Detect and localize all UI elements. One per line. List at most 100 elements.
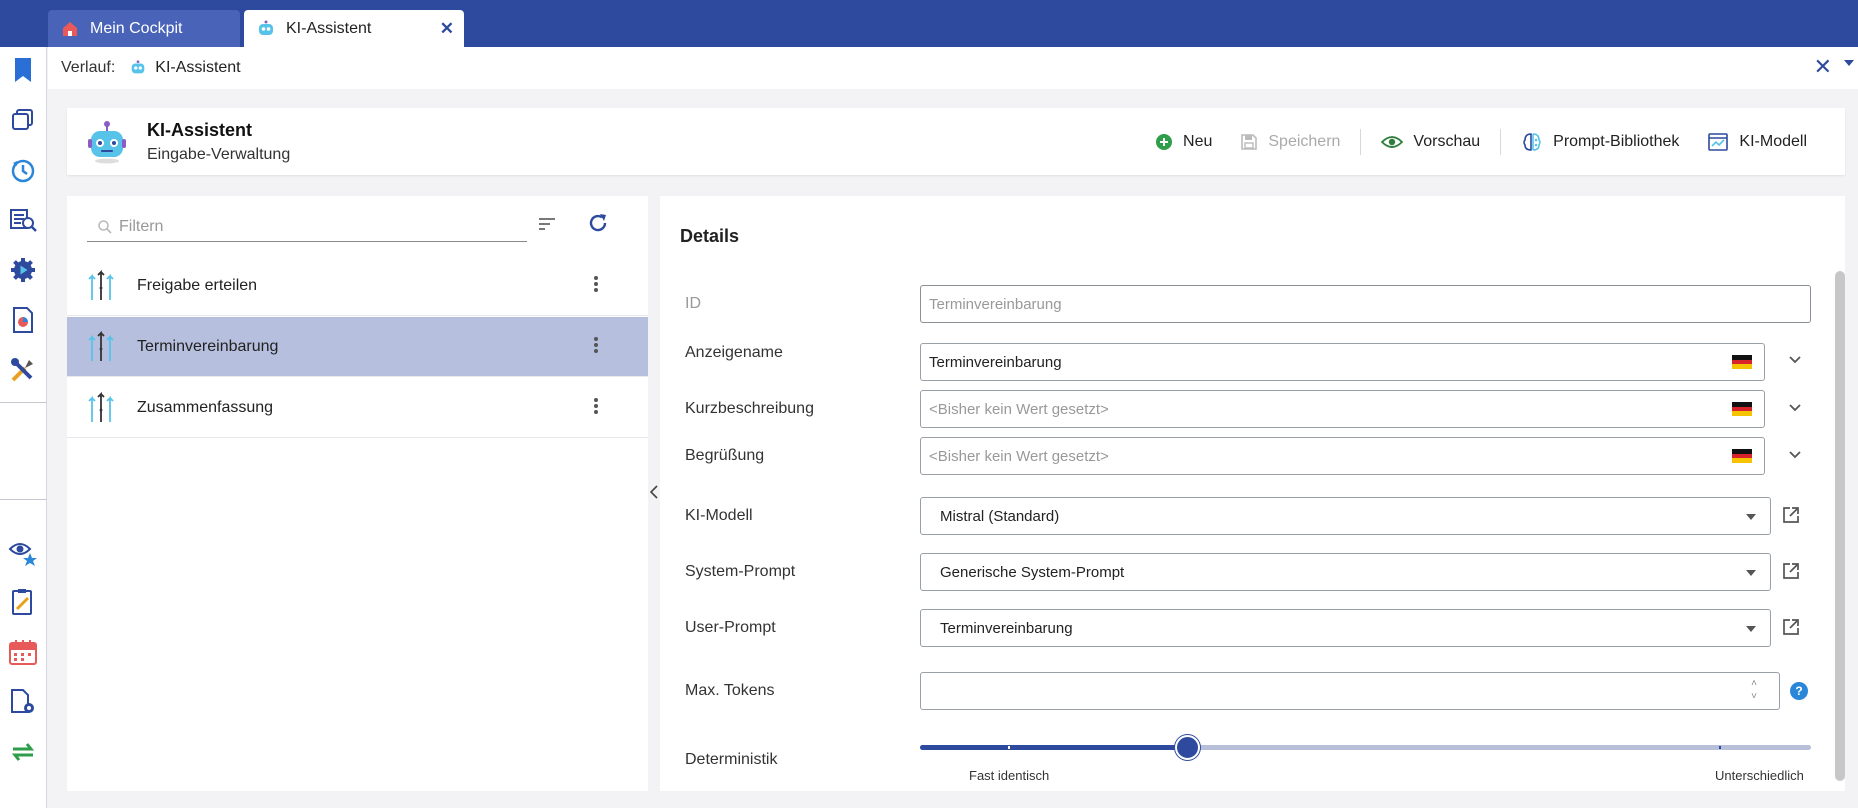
id-value: Terminvereinbarung: [929, 295, 1062, 313]
windows-icon[interactable]: [6, 103, 40, 137]
breadcrumb-label: Verlauf:: [61, 59, 116, 76]
system-prompt-select[interactable]: Generische System-Prompt: [920, 553, 1771, 591]
open-external-icon[interactable]: [1781, 617, 1801, 642]
new-button-label: Neu: [1183, 132, 1213, 150]
number-stepper[interactable]: ˄ ˅: [1751, 677, 1757, 703]
chevron-up-icon[interactable]: ˄: [1751, 677, 1757, 690]
list-item[interactable]: Freigabe erteilen: [67, 256, 648, 316]
brain-icon: [1521, 131, 1543, 153]
ai-model-button[interactable]: KI-Modell: [1693, 131, 1821, 153]
page-title: KI-Assistent: [147, 120, 253, 140]
save-button[interactable]: Speichern: [1226, 133, 1354, 151]
refresh-icon[interactable]: [587, 212, 609, 239]
gear-play-icon[interactable]: [6, 253, 40, 287]
breadcrumb-item-label: KI-Assistent: [155, 59, 241, 76]
sort-icon[interactable]: [537, 216, 557, 237]
more-vert-icon[interactable]: [593, 274, 599, 299]
search-list-icon[interactable]: [6, 203, 40, 237]
close-icon[interactable]: ✕: [440, 19, 454, 39]
display-name-label: Anzeigename: [685, 344, 783, 361]
prompt-library-button[interactable]: Prompt-Bibliothek: [1507, 131, 1693, 153]
user-prompt-select[interactable]: Terminvereinbarung: [920, 609, 1771, 647]
model-chart-icon: [1707, 131, 1729, 153]
breadcrumb-item[interactable]: KI-Assistent: [129, 59, 241, 77]
tools-icon[interactable]: [6, 353, 40, 387]
german-flag-icon[interactable]: [1732, 355, 1752, 369]
chevron-down-icon[interactable]: [1788, 447, 1802, 465]
greeting-label: Begrüßung: [685, 447, 765, 464]
page-subtitle: Eingabe-Verwaltung: [147, 146, 291, 163]
list-item[interactable]: Zusammenfassung: [67, 378, 648, 438]
edit-note-icon[interactable]: [6, 585, 40, 619]
history-icon[interactable]: [6, 153, 40, 187]
open-external-icon[interactable]: [1781, 561, 1801, 586]
slider-fill: [920, 745, 1187, 750]
greeting-value: <Bisher kein Wert gesetzt>: [929, 447, 1109, 465]
dropdown-caret-icon: [1746, 626, 1756, 632]
vertical-scrollbar[interactable]: [1835, 271, 1845, 781]
document-settings-icon[interactable]: [6, 685, 40, 719]
bookmark-icon[interactable]: [6, 53, 40, 87]
slider-tick: [1008, 746, 1010, 749]
tab-label: KI-Assistent: [286, 19, 372, 37]
chevron-down-icon[interactable]: [1788, 400, 1802, 418]
german-flag-icon[interactable]: [1732, 402, 1752, 416]
prompt-flow-icon: [87, 269, 115, 307]
slider-tick: [1719, 746, 1721, 749]
open-external-icon[interactable]: [1781, 505, 1801, 530]
toolbar-divider: [1360, 128, 1362, 155]
display-name-value: Terminvereinbarung: [929, 353, 1062, 371]
list-item-label: Zusammenfassung: [137, 398, 274, 416]
display-name-field[interactable]: Terminvereinbarung: [920, 343, 1765, 381]
rail-divider: [0, 402, 47, 403]
slider-thumb[interactable]: [1175, 735, 1200, 760]
top-tab-bar: Mein Cockpit KI-Assistent ✕: [0, 0, 1858, 47]
list-item[interactable]: Terminvereinbarung: [67, 317, 648, 377]
filter-input[interactable]: [119, 217, 499, 236]
report-chart-icon[interactable]: [6, 303, 40, 337]
ai-model-label: KI-Modell: [1739, 132, 1807, 150]
dropdown-caret-icon: [1746, 514, 1756, 520]
calendar-icon[interactable]: [6, 635, 40, 669]
more-vert-icon[interactable]: [593, 335, 599, 360]
tab-ki-assistent[interactable]: KI-Assistent ✕: [244, 10, 464, 47]
save-button-label: Speichern: [1268, 132, 1341, 150]
robot-icon: [88, 121, 126, 164]
determinism-label: Deterministik: [685, 751, 778, 768]
search-icon: [97, 219, 113, 235]
close-icon[interactable]: ✕: [1814, 56, 1832, 78]
save-icon: [1240, 133, 1258, 151]
ai-model-select[interactable]: Mistral (Standard): [920, 497, 1771, 535]
user-prompt-value: Terminvereinbarung: [940, 619, 1073, 637]
new-button[interactable]: Neu: [1141, 133, 1226, 151]
list-item-label: Freigabe erteilen: [137, 276, 258, 294]
chevron-down-icon[interactable]: ˅: [1751, 690, 1757, 703]
prompt-flow-icon: [87, 391, 115, 429]
help-icon[interactable]: ?: [1790, 682, 1808, 700]
short-desc-field[interactable]: <Bisher kein Wert gesetzt>: [920, 390, 1765, 428]
id-label: ID: [685, 295, 701, 312]
chevron-down-icon[interactable]: [1788, 352, 1802, 370]
ai-model-label: KI-Modell: [685, 507, 753, 524]
tab-mein-cockpit[interactable]: Mein Cockpit: [48, 10, 240, 47]
filter-field[interactable]: [87, 212, 527, 242]
robot-icon: [256, 19, 276, 39]
greeting-field[interactable]: <Bisher kein Wert gesetzt>: [920, 437, 1765, 475]
preview-button[interactable]: Vorschau: [1367, 133, 1494, 151]
user-prompt-label: User-Prompt: [685, 619, 776, 636]
watch-favorite-icon[interactable]: [6, 535, 40, 569]
short-desc-value: <Bisher kein Wert gesetzt>: [929, 400, 1109, 418]
toolbar: Neu Speichern Vorschau Prompt-Bibliothek: [1141, 108, 1821, 175]
determinism-slider[interactable]: [920, 735, 1811, 760]
left-icon-rail: [0, 47, 47, 808]
ai-model-value: Mistral (Standard): [940, 507, 1060, 525]
max-tokens-label: Max. Tokens: [685, 682, 775, 699]
chevron-left-icon[interactable]: [649, 485, 658, 504]
german-flag-icon[interactable]: [1732, 449, 1752, 463]
sync-icon[interactable]: [6, 735, 40, 769]
breadcrumb: Verlauf: KI-Assistent ✕: [48, 47, 1858, 89]
chevron-down-icon[interactable]: [1844, 60, 1854, 66]
add-circle-icon: [1155, 133, 1173, 151]
max-tokens-input[interactable]: ˄ ˅: [920, 672, 1780, 710]
more-vert-icon[interactable]: [593, 396, 599, 421]
